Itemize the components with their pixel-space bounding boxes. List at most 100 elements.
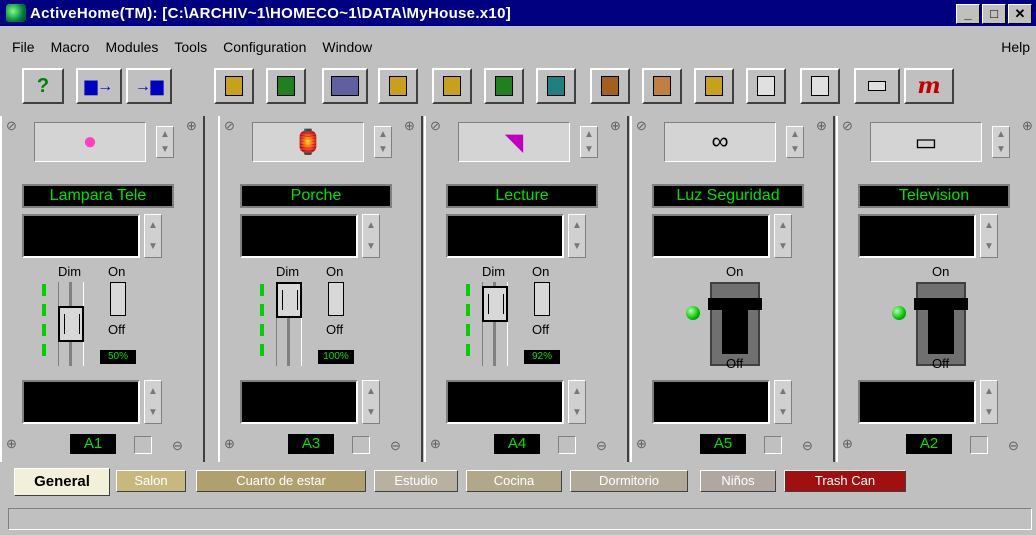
appliance-switch[interactable] [914,282,968,366]
module-outlet-button[interactable] [694,68,734,104]
top-spinner[interactable]: ▲ ▼ [980,214,998,258]
module-appliance-button[interactable] [266,68,306,104]
module-icon [547,76,565,96]
module-sensor-button[interactable] [642,68,682,104]
schedule-display-top[interactable] [22,214,140,258]
schedule-display-bottom[interactable] [240,380,358,424]
module-lamp-button[interactable] [214,68,254,104]
module-address[interactable]: A2 [906,434,952,454]
tab-trash-can[interactable]: Trash Can [784,470,906,492]
module-panel: ⊘ ⊕ ◥ ▲ ▼ Lecture ▲ ▼ Dim On Off 92% ▲ ▼ ⊕ A4 ⊖ [424,116,629,462]
bottom-spinner[interactable]: ▲ ▼ [774,380,792,424]
schedule-display-top[interactable] [652,214,770,258]
tab-salon[interactable]: Salon [116,470,186,492]
reading-lamp-icon[interactable]: ◥ [458,122,570,162]
top-spinner[interactable]: ▲ ▼ [362,214,380,258]
load-from-interface-button[interactable]: →▆ [126,68,172,104]
tab-niños[interactable]: Niños [700,470,776,492]
icon-spinner[interactable]: ▲ ▼ [156,126,174,158]
restore-button[interactable]: □ [982,4,1006,24]
tab-dormitorio[interactable]: Dormitorio [570,470,688,492]
top-spinner[interactable]: ▲ ▼ [774,214,792,258]
module-icon [868,81,886,91]
schedule-display-top[interactable] [240,214,358,258]
module-panel-button[interactable] [800,68,840,104]
module-checkbox[interactable] [558,436,576,454]
on-off-toggle[interactable] [534,282,550,316]
menu-configuration[interactable]: Configuration [223,39,306,55]
module-checkbox[interactable] [134,436,152,454]
menu-modules[interactable]: Modules [105,39,158,55]
bottom-spinner[interactable]: ▲ ▼ [980,380,998,424]
tab-cuarto-de-estar[interactable]: Cuarto de estar [196,470,366,492]
module-slot-button[interactable] [854,68,900,104]
module-remote-button[interactable] [746,68,786,104]
module-checkbox[interactable] [764,436,782,454]
icon-spinner[interactable]: ▲ ▼ [992,126,1010,158]
status-bar [8,508,1032,530]
porch-light-icon[interactable]: 🏮 [252,122,364,162]
module-socket-button[interactable] [378,68,418,104]
lamp-icon[interactable]: ● [34,122,146,162]
module-panel: ⊘ ⊕ 🏮 ▲ ▼ Porche ▲ ▼ Dim On Off 100% ▲ ▼ ⊕ A3 ⊖ [218,116,423,462]
icon-spinner[interactable]: ▲ ▼ [580,126,598,158]
module-address[interactable]: A4 [494,434,540,454]
status-led [892,306,906,320]
schedule-display-bottom[interactable] [858,380,976,424]
level-led [260,324,264,336]
module-address[interactable]: A1 [70,434,116,454]
dimmer-slider-knob[interactable] [482,285,508,322]
menu-tools[interactable]: Tools [174,39,207,55]
module-thermostat-button[interactable] [590,68,630,104]
module-name[interactable]: Porche [240,184,392,208]
module-name[interactable]: Luz Seguridad [652,184,804,208]
module-blue-button[interactable] [536,68,576,104]
tab-cocina[interactable]: Cocina [466,470,562,492]
bottom-spinner[interactable]: ▲ ▼ [362,380,380,424]
schedule-display-top[interactable] [446,214,564,258]
top-spinner[interactable]: ▲ ▼ [144,214,162,258]
module-socket2-button[interactable] [432,68,472,104]
tab-estudio[interactable]: Estudio [374,470,458,492]
save-to-interface-button[interactable]: ▆→ [76,68,122,104]
level-led [466,344,470,356]
help-button[interactable]: ? [22,68,64,104]
menu-help[interactable]: Help [1001,39,1030,55]
dial-icon: ⊕ [636,436,647,451]
dimmer-slider-knob[interactable] [276,282,302,318]
bottom-spinner[interactable]: ▲ ▼ [144,380,162,424]
module-wall-switch-button[interactable] [322,68,368,104]
menu-macro[interactable]: Macro [51,39,90,55]
icon-spinner[interactable]: ▲ ▼ [786,126,804,158]
icon-spinner[interactable]: ▲ ▼ [374,126,392,158]
module-switch2-button[interactable] [484,68,524,104]
tab-general[interactable]: General [14,468,110,496]
on-off-toggle[interactable] [110,282,126,316]
module-address[interactable]: A5 [700,434,746,454]
schedule-display-bottom[interactable] [652,380,770,424]
schedule-display-top[interactable] [858,214,976,258]
menu-window[interactable]: Window [322,39,372,55]
menu-file[interactable]: File [12,39,35,55]
module-name[interactable]: Television [858,184,1010,208]
close-button[interactable]: ✕ [1008,4,1032,24]
minimize-button[interactable]: _ [956,4,980,24]
title-bar[interactable]: ActiveHome(TM): [C:\ARCHIV~1\HOMECO~1\DA… [0,0,1036,26]
module-checkbox[interactable] [352,436,370,454]
level-led [42,344,46,356]
on-off-toggle[interactable] [328,282,344,316]
top-spinner[interactable]: ▲ ▼ [568,214,586,258]
appliance-switch[interactable] [708,282,762,366]
module-address[interactable]: A3 [288,434,334,454]
macro-button[interactable]: m [904,68,954,104]
module-name[interactable]: Lampara Tele [22,184,174,208]
bottom-spinner[interactable]: ▲ ▼ [568,380,586,424]
schedule-display-bottom[interactable] [446,380,564,424]
dimmer-slider-knob[interactable] [58,306,84,342]
module-checkbox[interactable] [970,436,988,454]
binoculars-icon[interactable]: ∞ [664,122,776,162]
schedule-display-bottom[interactable] [22,380,140,424]
module-icon [757,76,775,96]
module-name[interactable]: Lecture [446,184,598,208]
tv-icon[interactable]: ▭ [870,122,982,162]
